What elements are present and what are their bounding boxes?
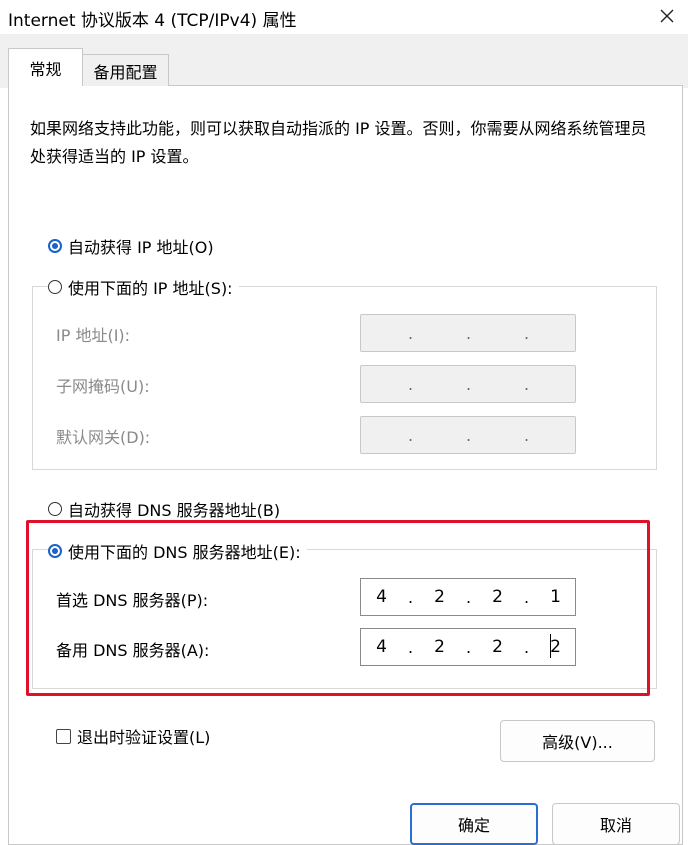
ip-dot: . (407, 323, 414, 343)
default-gateway-label: 默认网关(D): (56, 428, 151, 447)
radio-selected-icon (48, 544, 62, 558)
tab-alternate-config[interactable]: 备用配置 (83, 54, 169, 86)
pdns-octet-1[interactable]: 4 (361, 587, 402, 607)
ip-dot: . (523, 374, 530, 394)
validate-on-exit-checkbox[interactable]: 退出时验证设置(L) (56, 724, 210, 748)
preferred-dns-input[interactable]: 4. 2. 2. 1 (360, 578, 576, 616)
manual-dns-radio[interactable]: 使用下面的 DNS 服务器地址(E): (48, 539, 307, 563)
ip-dot: . (407, 637, 414, 657)
ip-dot: . (465, 587, 472, 607)
ip-dot: . (523, 425, 530, 445)
ip-dot: . (465, 323, 472, 343)
cancel-button[interactable]: 取消 (552, 803, 680, 845)
preferred-dns-label: 首选 DNS 服务器(P): (56, 591, 209, 610)
subnet-mask-input: . . . (360, 365, 576, 403)
adns-octet-1[interactable]: 4 (361, 637, 402, 657)
window-title: Internet 协议版本 4 (TCP/IPv4) 属性 (8, 11, 297, 31)
ip-dot: . (523, 637, 530, 657)
ip-dot: . (407, 374, 414, 394)
title-bar: Internet 协议版本 4 (TCP/IPv4) 属性 (0, 0, 688, 34)
ip-dot: . (465, 637, 472, 657)
ok-button[interactable]: 确定 (410, 803, 538, 845)
ip-address-input: . . . (360, 314, 576, 352)
adns-octet-2[interactable]: 2 (419, 637, 460, 657)
radio-unselected-icon (48, 280, 62, 294)
validate-on-exit-label: 退出时验证设置(L) (77, 728, 211, 747)
tab-general[interactable]: 常规 (8, 48, 83, 86)
close-button[interactable] (652, 2, 682, 30)
ip-dot: . (523, 587, 530, 607)
ip-dot: . (465, 425, 472, 445)
checkbox-unchecked-icon (56, 728, 71, 744)
pdns-octet-2[interactable]: 2 (419, 587, 460, 607)
auto-dns-label: 自动获得 DNS 服务器地址(B) (68, 501, 281, 520)
auto-dns-radio[interactable]: 自动获得 DNS 服务器地址(B) (48, 497, 287, 521)
pdns-octet-4[interactable]: 1 (535, 587, 576, 607)
auto-ip-label: 自动获得 IP 地址(O) (68, 238, 214, 257)
advanced-button[interactable]: 高级(V)... (500, 720, 655, 762)
adns-octet-4[interactable]: 2 (535, 637, 576, 657)
close-icon (660, 9, 674, 23)
adns-octet-3[interactable]: 2 (477, 637, 518, 657)
auto-ip-radio[interactable]: 自动获得 IP 地址(O) (48, 234, 220, 258)
default-gateway-input: . . . (360, 416, 576, 454)
manual-dns-label: 使用下面的 DNS 服务器地址(E): (68, 543, 301, 562)
manual-ip-radio[interactable]: 使用下面的 IP 地址(S): (48, 275, 239, 299)
description-text: 如果网络支持此功能，则可以获取自动指派的 IP 设置。否则，你需要从网络系统管理… (30, 119, 647, 166)
pdns-octet-3[interactable]: 2 (477, 587, 518, 607)
text-caret (550, 634, 551, 658)
subnet-mask-label: 子网掩码(U): (56, 377, 150, 396)
ip-dot: . (465, 374, 472, 394)
radio-unselected-icon (48, 502, 62, 516)
ip-address-label: IP 地址(I): (56, 326, 131, 345)
ip-dot: . (523, 323, 530, 343)
ip-dot: . (407, 425, 414, 445)
alternate-dns-label: 备用 DNS 服务器(A): (56, 641, 210, 660)
ip-dot: . (407, 587, 414, 607)
radio-selected-icon (48, 239, 62, 253)
alternate-dns-input[interactable]: 4. 2. 2. 2 (360, 628, 576, 666)
dns-settings-group (32, 549, 657, 689)
manual-ip-label: 使用下面的 IP 地址(S): (68, 279, 233, 298)
